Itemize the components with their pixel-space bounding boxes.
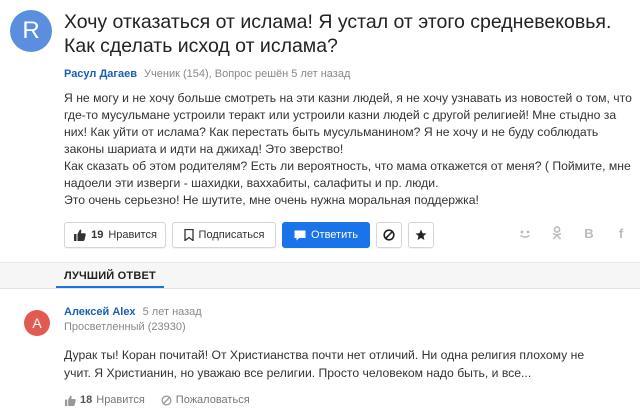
- subscribe-button[interactable]: Подписаться: [172, 222, 276, 248]
- report-button[interactable]: Пожаловаться: [161, 394, 250, 406]
- answer-like-button[interactable]: 18 Нравится: [64, 394, 145, 406]
- block-icon: [383, 229, 395, 241]
- answer-like-label: Нравится: [96, 394, 145, 406]
- question-meta-text: Ученик (154), Вопрос решён 5 лет назад: [144, 68, 351, 80]
- favorite-button[interactable]: [408, 222, 434, 248]
- block-icon: [161, 394, 172, 406]
- answer-time: 5 лет назад: [142, 306, 202, 318]
- comment-icon: [294, 230, 306, 241]
- thumbs-up-icon: [73, 229, 86, 241]
- report-label: Пожаловаться: [175, 394, 250, 406]
- block-button[interactable]: [376, 222, 402, 248]
- odnoklassniki-icon[interactable]: [550, 226, 564, 243]
- divider: [0, 288, 640, 289]
- facebook-icon[interactable]: f: [614, 226, 628, 243]
- answer-actions: 18 Нравится Пожаловаться: [64, 394, 250, 406]
- tab-best-answer[interactable]: ЛУЧШИЙ ОТВЕТ: [56, 264, 164, 288]
- answer-author-link[interactable]: Алексей Alex: [64, 306, 136, 318]
- bookmark-icon: [183, 229, 194, 241]
- answer-text: Дурак ты! Коран почитай! От Христианства…: [64, 348, 585, 380]
- question-body-paragraph: Это очень серьезно! Не шутите, мне очень…: [64, 193, 479, 207]
- question-author-link[interactable]: Расул Дагаев: [64, 68, 137, 80]
- question-body-paragraph: Я не могу и не хочу больше смотреть на э…: [64, 91, 632, 156]
- mail-ru-icon[interactable]: [518, 226, 532, 243]
- subscribe-label: Подписаться: [198, 229, 265, 241]
- question-author-avatar[interactable]: R: [10, 10, 52, 52]
- answer-author-avatar[interactable]: А: [24, 310, 50, 336]
- answer-author-line: Алексей Alex 5 лет назад: [64, 306, 202, 318]
- share-bar: В f: [518, 226, 628, 243]
- vk-icon[interactable]: В: [582, 226, 596, 243]
- answer-button[interactable]: Ответить: [282, 222, 370, 248]
- question-body: Я не могу и не хочу больше смотреть на э…: [64, 90, 634, 209]
- answer-label: Ответить: [310, 229, 359, 241]
- star-icon: [415, 229, 427, 241]
- answer-like-count: 18: [80, 394, 93, 406]
- thumbs-up-icon: [64, 394, 76, 406]
- like-button[interactable]: 19 Нравится: [64, 222, 166, 248]
- answer-author-rank: Просветленный (23930): [64, 321, 186, 333]
- question-meta: Расул Дагаев Ученик (154), Вопрос решён …: [64, 68, 350, 80]
- question-title: Хочу отказаться от ислама! Я устал от эт…: [64, 11, 612, 57]
- question-body-paragraph: Как сказать об этом родителям? Есть ли в…: [64, 159, 631, 190]
- like-label: Нравится: [108, 229, 157, 241]
- question-actions: 19 Нравится Подписаться Ответить: [64, 222, 434, 248]
- like-count: 19: [91, 229, 104, 241]
